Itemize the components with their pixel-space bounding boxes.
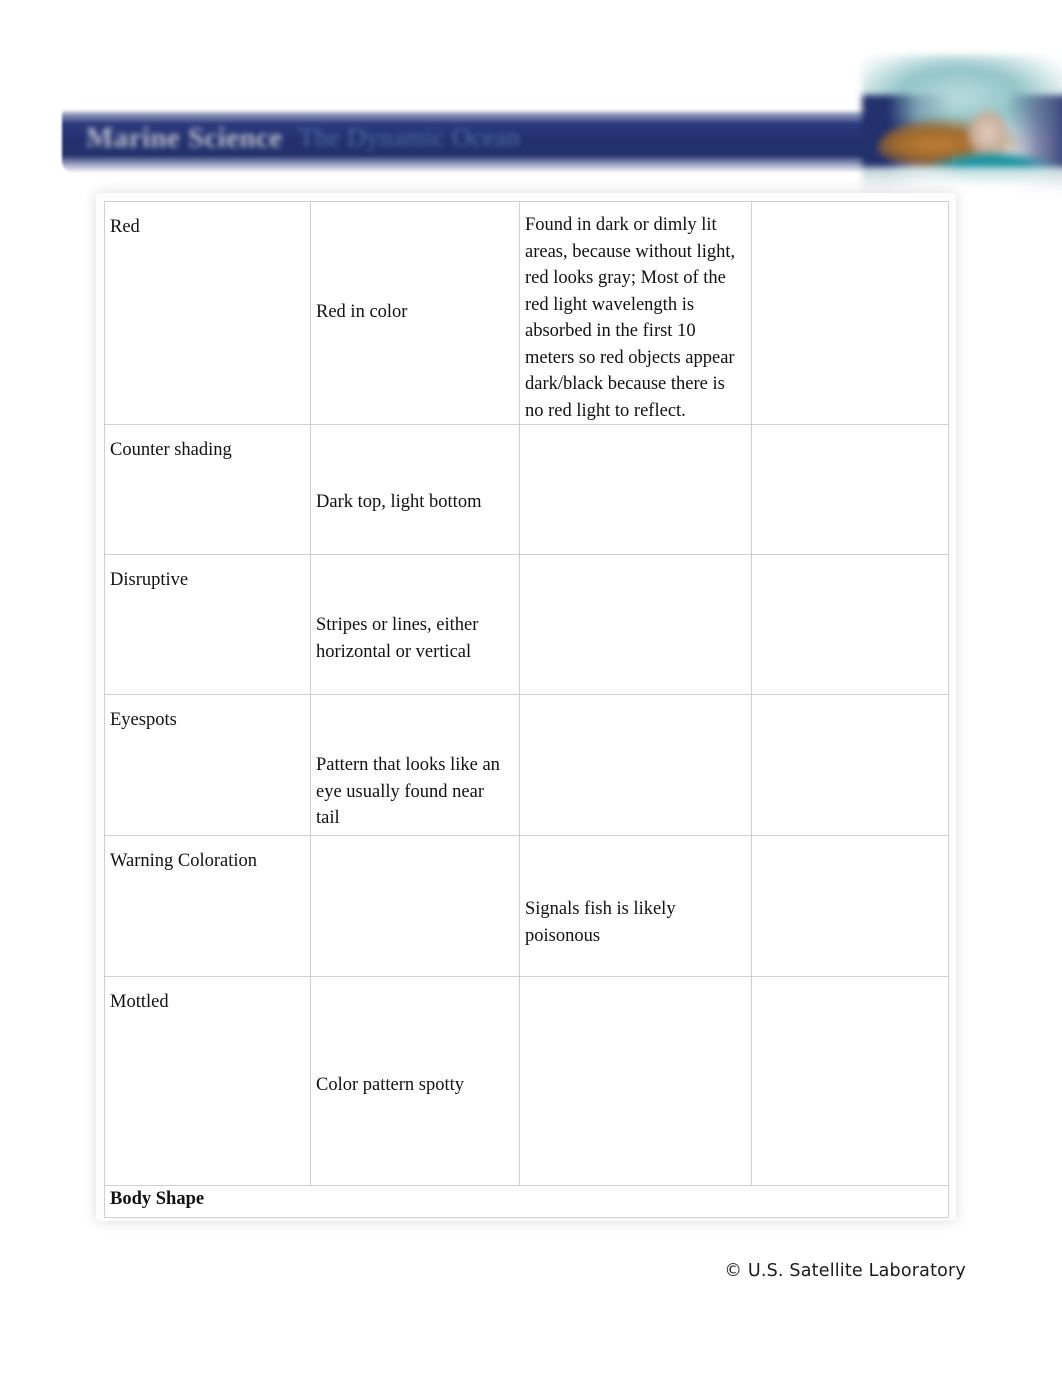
- banner-title-subtitle: The Dynamic Ocean: [298, 123, 521, 152]
- cell-description-label: Dark top, light bottom: [316, 492, 482, 512]
- cell-term-label: Eyespots: [110, 710, 177, 730]
- cell-description-label: Pattern that looks like an eye usually f…: [316, 755, 500, 828]
- cell-term-label: Warning Coloration: [110, 851, 257, 871]
- document-page: Marine Science The Dynamic Ocean Red Red…: [0, 0, 1062, 1376]
- cell-description-label: Stripes or lines, either horizontal or v…: [316, 615, 479, 662]
- cell-explanation-label: [520, 555, 751, 567]
- cell-notes-label: [752, 202, 948, 214]
- cell-explanation-label: [520, 425, 751, 437]
- cell-description-label: Red in color: [316, 302, 408, 322]
- table-row: Mottled Color pattern spotty: [104, 976, 949, 1186]
- table-cell-term[interactable]: Mottled: [104, 976, 311, 1186]
- table-cell-term[interactable]: Eyespots: [104, 694, 311, 836]
- table-cell-explanation[interactable]: [519, 424, 752, 555]
- table-cell-explanation[interactable]: [519, 554, 752, 695]
- cell-term-label: Mottled: [110, 992, 169, 1012]
- cell-notes-label: [752, 836, 948, 848]
- cell-explanation-label: [520, 695, 751, 707]
- page-header-banner: Marine Science The Dynamic Ocean: [62, 55, 1062, 195]
- cell-notes-label: [752, 425, 948, 437]
- table-row: Eyespots Pattern that looks like an eye …: [104, 694, 949, 836]
- table-cell-explanation[interactable]: [519, 976, 752, 1186]
- table-cell-explanation[interactable]: Signals fish is likely poisonous: [519, 835, 752, 977]
- table-cell-term[interactable]: Counter shading: [104, 424, 311, 555]
- table-row: Disruptive Stripes or lines, either hori…: [104, 554, 949, 695]
- table-cell-description[interactable]: Red in color: [310, 201, 520, 425]
- cell-explanation-label: Found in dark or dimly lit areas, becaus…: [525, 215, 736, 421]
- table-row: Warning Coloration Signals fish is likel…: [104, 835, 949, 977]
- table-cell-description[interactable]: [310, 835, 520, 977]
- table-section-row: Body Shape: [104, 1185, 949, 1218]
- table-cell-notes[interactable]: [751, 694, 949, 836]
- table-cell-notes[interactable]: [751, 976, 949, 1186]
- section-header-label: Body Shape: [110, 1189, 205, 1209]
- table-cell-notes[interactable]: [751, 424, 949, 555]
- table-cell-notes[interactable]: [751, 835, 949, 977]
- table-cell-term[interactable]: Disruptive: [104, 554, 311, 695]
- footer-copyright: © U.S. Satellite Laboratory: [724, 1261, 966, 1281]
- worksheet-table-container: Red Red in color Found in dark or dimly …: [104, 201, 949, 1218]
- banner-title-main: Marine Science: [86, 121, 283, 154]
- cell-term-label: Disruptive: [110, 570, 189, 590]
- coral-reef-fish-photo: [862, 55, 1062, 195]
- cell-notes-label: [752, 555, 948, 567]
- table-cell-description[interactable]: Dark top, light bottom: [310, 424, 520, 555]
- cell-description-label: [311, 836, 519, 848]
- cell-description-label: Color pattern spotty: [316, 1075, 464, 1095]
- table-cell-description[interactable]: Stripes or lines, either horizontal or v…: [310, 554, 520, 695]
- worksheet-table: Red Red in color Found in dark or dimly …: [104, 201, 949, 1218]
- table-cell-notes[interactable]: [751, 554, 949, 695]
- table-cell-term[interactable]: Red: [104, 201, 311, 425]
- cell-term-label: Counter shading: [110, 440, 232, 460]
- table-cell-notes[interactable]: [751, 201, 949, 425]
- cell-notes-label: [752, 695, 948, 707]
- table-row: Counter shading Dark top, light bottom: [104, 424, 949, 555]
- table-cell-section-header[interactable]: Body Shape: [104, 1185, 949, 1218]
- cell-explanation-label: [520, 977, 751, 989]
- table-cell-description[interactable]: Color pattern spotty: [310, 976, 520, 1186]
- banner-title-group: Marine Science The Dynamic Ocean: [86, 117, 806, 159]
- table-row: Red Red in color Found in dark or dimly …: [104, 201, 949, 425]
- table-cell-description[interactable]: Pattern that looks like an eye usually f…: [310, 694, 520, 836]
- table-cell-explanation[interactable]: Found in dark or dimly lit areas, becaus…: [519, 201, 752, 425]
- table-cell-term[interactable]: Warning Coloration: [104, 835, 311, 977]
- table-cell-explanation[interactable]: [519, 694, 752, 836]
- cell-notes-label: [752, 977, 948, 989]
- cell-explanation-label: Signals fish is likely poisonous: [525, 899, 676, 946]
- cell-term-label: Red: [110, 217, 140, 237]
- photo-lower-fade: [862, 167, 1062, 195]
